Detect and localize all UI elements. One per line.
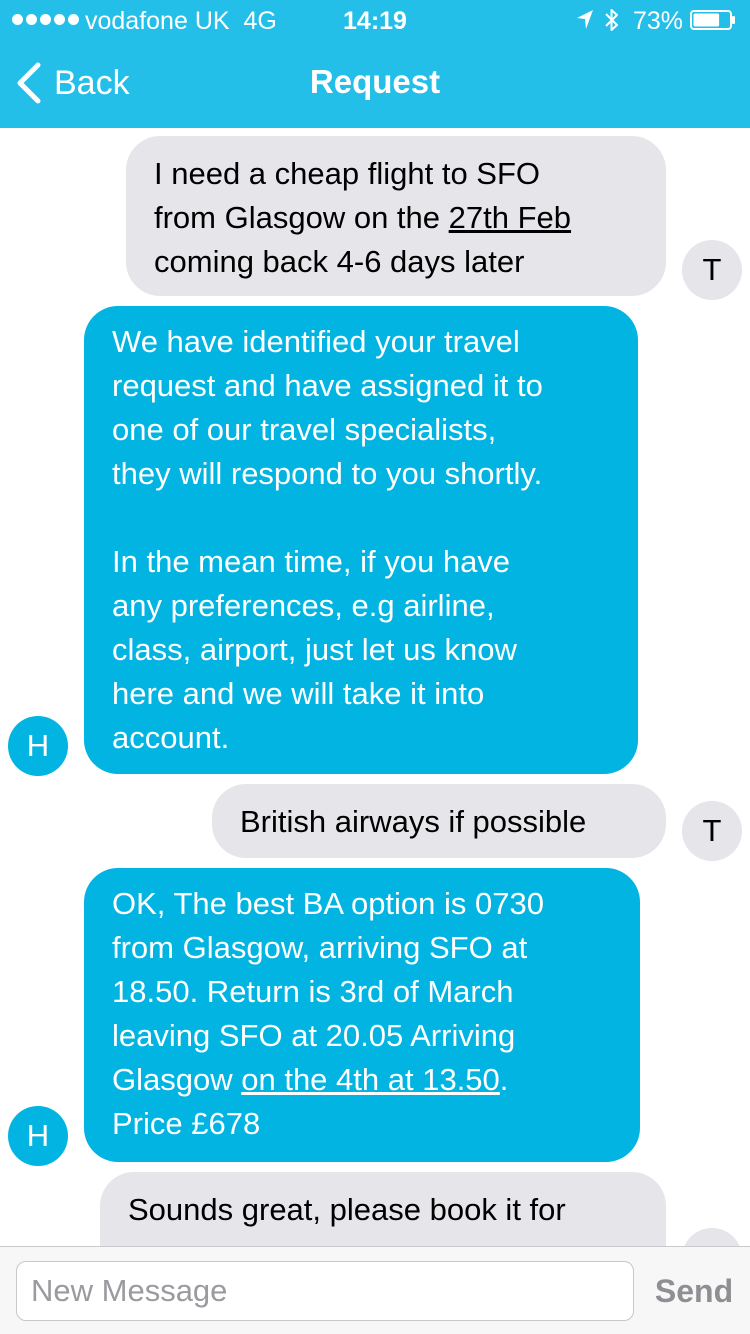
message-line: OK, The best BA option is 0730 (112, 886, 544, 921)
message-line: they will respond to you shortly. (112, 456, 543, 491)
message-line: any preferences, e.g airline, (112, 588, 495, 623)
message-line: I need a cheap flight to SFO (154, 156, 541, 191)
message-line: leaving SFO at 20.05 Arriving (112, 1018, 516, 1053)
message-line: In the mean time, if you have (112, 544, 511, 579)
avatar-user: T (682, 801, 742, 861)
message-line: account. (112, 720, 230, 755)
message-text: Glasgow (112, 1062, 233, 1097)
message-line: here and we will take it into (112, 676, 485, 711)
message-line: class, airport, just let us know (112, 632, 517, 667)
message-line: Price £678 (112, 1106, 261, 1141)
bluetooth-icon (605, 9, 618, 31)
send-button[interactable]: Send (648, 1261, 740, 1321)
avatar-user: T (682, 1228, 742, 1246)
message-thread[interactable]: I need a cheap flight to SFO from Glasgo… (0, 128, 750, 1246)
message-line: Sounds great, please book it for (128, 1192, 566, 1227)
message-bubble-incoming: We have identified your travel request a… (84, 306, 638, 774)
location-icon (577, 10, 593, 29)
message-bubble-incoming: OK, The best BA option is 0730 from Glas… (84, 868, 640, 1162)
message-bubble-outgoing: Sounds great, please book it for me (100, 1172, 666, 1246)
message-text: . (499, 1062, 509, 1097)
message-paragraph: We have identified your travel request a… (112, 320, 612, 496)
message-line: from Glasgow, arriving SFO at (112, 930, 528, 965)
page-title: Request (309, 63, 441, 100)
avatar-agent: H (8, 716, 68, 776)
new-message-input[interactable] (16, 1261, 634, 1321)
message-line: British airways if possible (240, 804, 587, 839)
navigation-header: vodafone UK 4G 14:19 73% Back Request (0, 0, 750, 128)
message-line: We have identified your travel (112, 324, 520, 359)
message-line: one of our travel specialists, (112, 412, 497, 447)
avatar-agent: H (8, 1106, 68, 1166)
avatar-user: T (682, 240, 742, 300)
date-link[interactable]: 27th Feb (449, 200, 571, 235)
message-compose-bar: Send (0, 1246, 750, 1334)
message-line: from Glasgow on the 27th Feb (154, 196, 640, 240)
message-line: 18.50. Return is 3rd of March (112, 974, 514, 1009)
message-text: from Glasgow on the (154, 200, 441, 235)
message-line: request and have assigned it to (112, 368, 543, 403)
message-paragraph: In the mean time, if you have any prefer… (112, 540, 612, 760)
status-bar: vodafone UK 4G 14:19 73% (0, 0, 750, 40)
message-line: me (128, 1232, 640, 1246)
date-link[interactable]: on the 4th at 13.50 (241, 1062, 500, 1097)
battery-percentage: 73% (633, 7, 684, 35)
message-line: coming back 4-6 days later (154, 244, 525, 279)
battery-icon (690, 10, 735, 30)
message-bubble-outgoing: British airways if possible (212, 784, 666, 858)
message-line: Glasgow on the 4th at 13.50. (112, 1058, 614, 1102)
message-bubble-outgoing: I need a cheap flight to SFO from Glasgo… (126, 136, 666, 296)
